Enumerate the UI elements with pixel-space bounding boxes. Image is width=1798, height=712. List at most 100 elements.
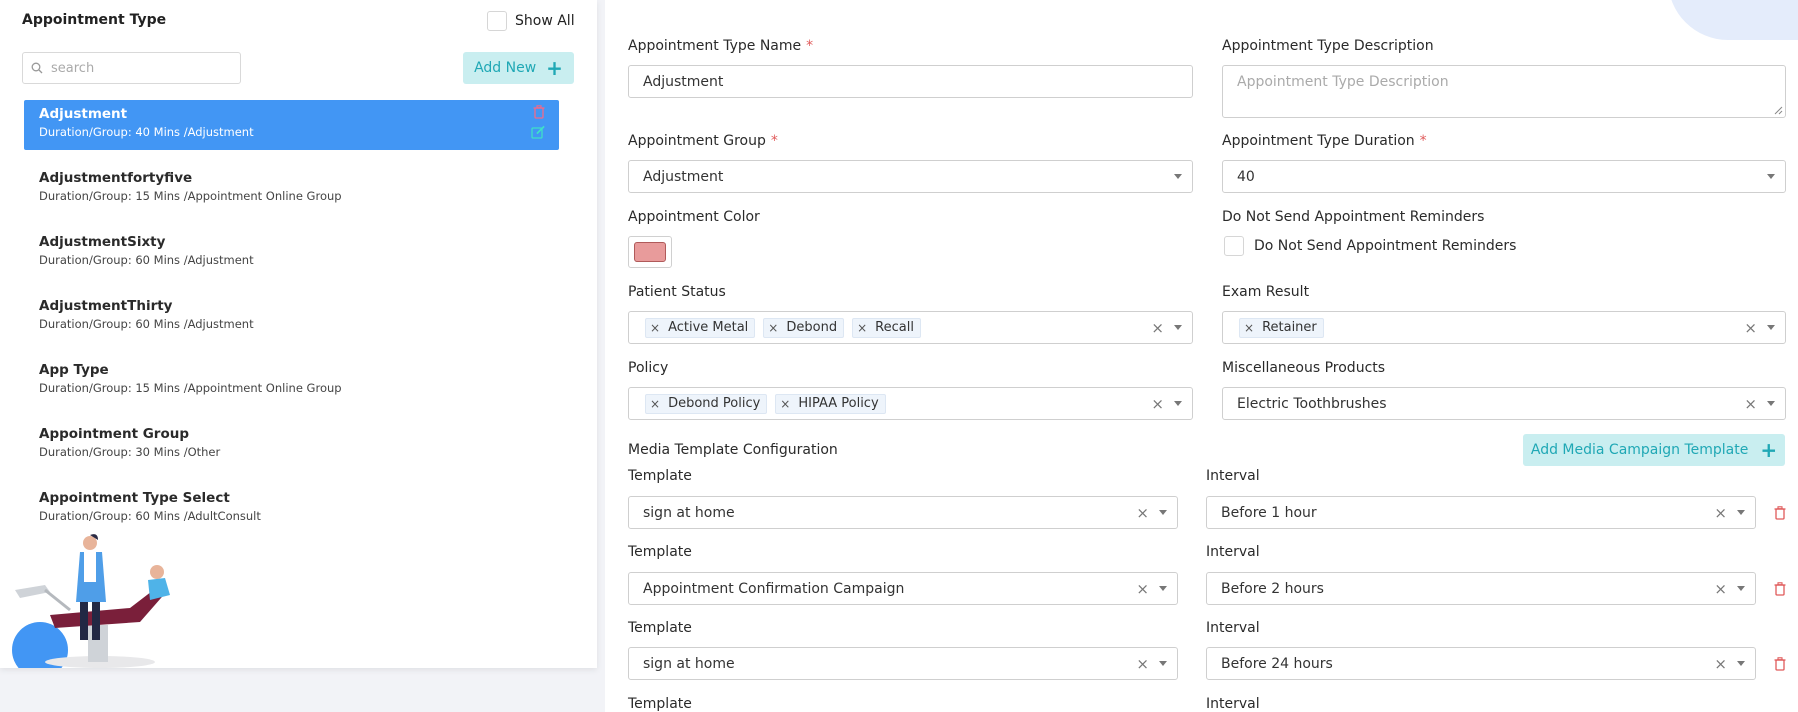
trash-icon[interactable] [1774, 656, 1786, 675]
clear-icon[interactable]: × [1151, 319, 1164, 337]
exam-result-multiselect[interactable]: × Retainer × [1222, 311, 1786, 344]
list-item-subtitle: Duration/Group: 40 Mins /Adjustment [39, 125, 254, 139]
clear-icon[interactable]: × [1136, 580, 1149, 598]
media-section-title: Media Template Configuration [628, 442, 838, 458]
clear-icon[interactable]: × [1744, 319, 1757, 337]
appointment-type-name-input[interactable]: Adjustment [628, 65, 1193, 98]
remove-chip-icon[interactable]: × [857, 321, 867, 335]
chevron-down-icon [1174, 401, 1182, 406]
duration-label: Appointment Type Duration * [1222, 133, 1427, 149]
patient-status-label: Patient Status [628, 284, 726, 300]
chevron-down-icon [1737, 510, 1745, 515]
interval-select[interactable]: Before 1 hour × [1206, 496, 1756, 529]
clear-icon[interactable]: × [1136, 655, 1149, 673]
list-item[interactable]: AdjustmentSixty Duration/Group: 60 Mins … [24, 228, 559, 292]
list-item-adjustment[interactable]: Adjustment Duration/Group: 40 Mins /Adju… [24, 100, 559, 150]
chevron-down-icon [1767, 174, 1775, 179]
patient-status-multiselect[interactable]: × Active Metal × Debond × Recall × [628, 311, 1193, 344]
misc-products-value: Electric Toothbrushes [1237, 395, 1387, 412]
list-item-name: Adjustmentfortyfive [39, 170, 193, 186]
add-media-label: Add Media Campaign Template [1530, 442, 1749, 458]
list-item-name: Adjustment [39, 106, 128, 122]
name-value: Adjustment [643, 73, 724, 90]
description-placeholder: Appointment Type Description [1237, 74, 1449, 90]
remove-chip-icon[interactable]: × [650, 321, 660, 335]
dentist-illustration [10, 530, 180, 668]
search-box[interactable] [22, 52, 241, 84]
interval-value: Before 1 hour [1221, 504, 1317, 521]
add-new-label: Add New [474, 60, 537, 76]
plus-icon: + [546, 56, 563, 80]
list-item-subtitle: Duration/Group: 60 Mins /Adjustment [39, 253, 254, 267]
duration-select[interactable]: 40 [1222, 160, 1786, 193]
add-new-button[interactable]: Add New + [463, 52, 574, 84]
patient-status-chip: × Active Metal [645, 317, 756, 338]
color-picker[interactable] [628, 236, 672, 268]
policy-multiselect[interactable]: × Debond Policy × HIPAA Policy × [628, 387, 1193, 420]
reminders-checkbox[interactable] [1224, 236, 1244, 256]
chevron-down-icon [1159, 510, 1167, 515]
policy-chip: × HIPAA Policy [775, 393, 886, 414]
remove-chip-icon[interactable]: × [1244, 321, 1254, 335]
clear-icon[interactable]: × [1744, 395, 1757, 413]
exam-result-label: Exam Result [1222, 284, 1310, 300]
clear-icon[interactable]: × [1136, 504, 1149, 522]
template-label: Template [628, 696, 692, 712]
clear-icon[interactable]: × [1714, 504, 1727, 522]
remove-chip-icon[interactable]: × [650, 397, 660, 411]
appointment-group-select[interactable]: Adjustment [628, 160, 1193, 193]
resize-handle-icon[interactable] [1774, 106, 1783, 115]
template-label: Template [628, 468, 692, 484]
add-media-campaign-button[interactable]: Add Media Campaign Template + [1523, 434, 1785, 466]
search-input[interactable] [51, 60, 221, 76]
clear-icon[interactable]: × [1151, 395, 1164, 413]
list-item[interactable]: Appointment Group Duration/Group: 30 Min… [24, 420, 559, 484]
interval-label: Interval [1206, 544, 1260, 560]
misc-products-select[interactable]: Electric Toothbrushes × [1222, 387, 1786, 420]
template-value: sign at home [643, 504, 735, 521]
list-item-subtitle: Duration/Group: 15 Mins /Appointment Onl… [39, 189, 342, 203]
remove-chip-icon[interactable]: × [780, 397, 790, 411]
list-item-name: AdjustmentSixty [39, 234, 166, 250]
patient-status-chip: × Recall [852, 317, 921, 338]
chevron-down-icon [1159, 661, 1167, 666]
template-select[interactable]: sign at home × [628, 647, 1178, 680]
description-textarea[interactable]: Appointment Type Description [1222, 65, 1786, 118]
template-select[interactable]: sign at home × [628, 496, 1178, 529]
template-value: sign at home [643, 655, 735, 672]
chevron-down-icon [1174, 325, 1182, 330]
list-item-subtitle: Duration/Group: 30 Mins /Other [39, 445, 221, 459]
misc-products-label: Miscellaneous Products [1222, 360, 1386, 376]
interval-select[interactable]: Before 2 hours × [1206, 572, 1756, 605]
plus-icon: + [1760, 438, 1778, 462]
template-label: Template [628, 620, 692, 636]
trash-icon[interactable] [533, 104, 545, 123]
interval-select[interactable]: Before 24 hours × [1206, 647, 1756, 680]
group-value: Adjustment [643, 168, 724, 185]
chevron-down-icon [1159, 586, 1167, 591]
remove-chip-icon[interactable]: × [768, 321, 778, 335]
reminders-toggle[interactable]: Do Not Send Appointment Reminders [1224, 236, 1516, 256]
appointment-type-panel: Appointment Type Show All Add New + Adju… [0, 0, 597, 668]
trash-icon[interactable] [1774, 505, 1786, 524]
show-all-checkbox[interactable] [487, 11, 507, 31]
list-item-subtitle: Duration/Group: 15 Mins /Appointment Onl… [39, 381, 342, 395]
list-item[interactable]: AdjustmentThirty Duration/Group: 60 Mins… [24, 292, 559, 356]
template-select[interactable]: Appointment Confirmation Campaign × [628, 572, 1178, 605]
clear-icon[interactable]: × [1714, 580, 1727, 598]
policy-label: Policy [628, 360, 669, 376]
list-item[interactable]: App Type Duration/Group: 15 Mins /Appoin… [24, 356, 559, 420]
list-item[interactable]: Adjustmentfortyfive Duration/Group: 15 M… [24, 164, 559, 228]
list-item-name: Appointment Type Select [39, 490, 230, 506]
policy-chip: × Debond Policy [645, 393, 768, 414]
interval-label: Interval [1206, 620, 1260, 636]
template-label: Template [628, 544, 692, 560]
clear-icon[interactable]: × [1714, 655, 1727, 673]
chevron-down-icon [1174, 174, 1182, 179]
chevron-down-icon [1737, 586, 1745, 591]
trash-icon[interactable] [1774, 581, 1786, 600]
show-all-label: Show All [515, 13, 575, 29]
list-item-name: App Type [39, 362, 109, 378]
edit-icon[interactable] [531, 124, 545, 143]
show-all-toggle[interactable]: Show All [487, 11, 575, 31]
